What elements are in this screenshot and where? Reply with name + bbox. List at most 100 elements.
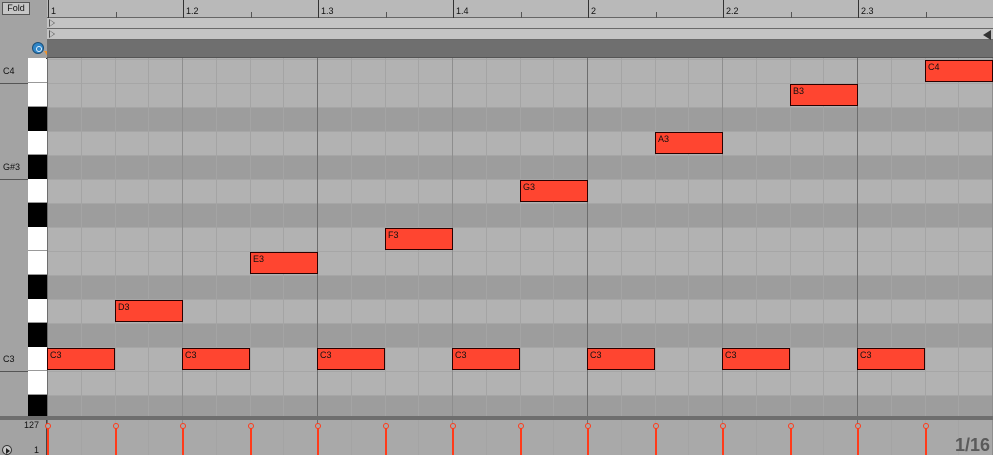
velocity-grid-line bbox=[81, 420, 82, 455]
velocity-handle[interactable] bbox=[315, 423, 321, 429]
white-key[interactable] bbox=[28, 59, 47, 83]
midi-note[interactable]: B3 bbox=[790, 84, 858, 106]
velocity-handle[interactable] bbox=[923, 423, 929, 429]
midi-note[interactable]: C3 bbox=[587, 348, 655, 370]
black-key[interactable] bbox=[28, 275, 47, 299]
ruler-marker-label: 2.2 bbox=[726, 6, 739, 16]
grid-line bbox=[823, 58, 824, 416]
midi-note[interactable]: C3 bbox=[47, 348, 115, 370]
midi-note[interactable]: G3 bbox=[520, 180, 588, 202]
velocity-handle[interactable] bbox=[788, 423, 794, 429]
key-label-divider bbox=[0, 371, 28, 372]
velocity-stem[interactable] bbox=[182, 426, 184, 455]
white-key[interactable] bbox=[28, 227, 47, 251]
black-key[interactable] bbox=[28, 323, 47, 347]
midi-note[interactable]: C3 bbox=[857, 348, 925, 370]
midi-note[interactable]: F3 bbox=[385, 228, 453, 250]
scrub-area[interactable] bbox=[47, 40, 993, 58]
velocity-stem[interactable] bbox=[452, 426, 454, 455]
velocity-grid-line bbox=[823, 420, 824, 455]
white-key[interactable] bbox=[28, 299, 47, 323]
velocity-handle[interactable] bbox=[248, 423, 254, 429]
velocity-stem[interactable] bbox=[790, 426, 792, 455]
white-key[interactable] bbox=[28, 251, 47, 275]
velocity-handle[interactable] bbox=[585, 423, 591, 429]
velocity-stem[interactable] bbox=[317, 426, 319, 455]
grid-resolution-label[interactable]: 1/16 bbox=[955, 435, 990, 455]
ruler-marker-label: 1.4 bbox=[456, 6, 469, 16]
key-octave-label: C4 bbox=[3, 66, 15, 76]
velocity-stem[interactable] bbox=[655, 426, 657, 455]
note-editor-grid[interactable]: C3 D3 C3 E3 C3 F3 C3 G3 C3 A3 C3 B3 C3 C4 bbox=[47, 58, 993, 416]
midi-note[interactable]: D3 bbox=[115, 300, 183, 322]
black-key[interactable] bbox=[28, 203, 47, 227]
clip-end-marker-icon[interactable] bbox=[983, 30, 991, 40]
grid-line bbox=[148, 58, 149, 416]
velocity-grid-line bbox=[756, 420, 757, 455]
black-key[interactable] bbox=[28, 107, 47, 131]
midi-note[interactable]: C3 bbox=[722, 348, 790, 370]
white-key[interactable] bbox=[28, 347, 47, 371]
velocity-handle[interactable] bbox=[518, 423, 524, 429]
loop-brace-strip[interactable] bbox=[47, 18, 993, 29]
grid-line bbox=[655, 58, 656, 416]
velocity-handle[interactable] bbox=[113, 423, 119, 429]
loop-start-marker-icon[interactable] bbox=[49, 19, 55, 27]
loop-switch-icon[interactable] bbox=[32, 42, 44, 54]
velocity-grid-line bbox=[148, 420, 149, 455]
velocity-grid-line bbox=[553, 420, 554, 455]
white-key[interactable] bbox=[28, 131, 47, 155]
piano-keyboard[interactable] bbox=[28, 58, 47, 443]
grid-line bbox=[958, 58, 959, 416]
key-octave-label: C3 bbox=[3, 354, 15, 364]
white-key[interactable] bbox=[28, 179, 47, 203]
key-label-divider bbox=[0, 83, 28, 84]
velocity-stem[interactable] bbox=[520, 426, 522, 455]
velocity-handle[interactable] bbox=[653, 423, 659, 429]
midi-note[interactable]: C3 bbox=[182, 348, 250, 370]
velocity-handle[interactable] bbox=[45, 423, 51, 429]
midi-note[interactable]: A3 bbox=[655, 132, 723, 154]
velocity-stem[interactable] bbox=[115, 426, 117, 455]
fold-area: Fold bbox=[0, 0, 52, 58]
beat-time-ruler[interactable]: 1 1.2 1.3 1.4 2 2.2 2.3 bbox=[47, 0, 993, 18]
fold-button[interactable]: Fold bbox=[2, 2, 30, 15]
velocity-handle[interactable] bbox=[720, 423, 726, 429]
ruler-marker-label: 1 bbox=[51, 6, 57, 16]
velocity-stem[interactable] bbox=[857, 426, 859, 455]
white-key[interactable] bbox=[28, 371, 47, 395]
velocity-handle[interactable] bbox=[855, 423, 861, 429]
key-octave-label: G#3 bbox=[3, 162, 21, 172]
velocity-stem[interactable] bbox=[587, 426, 589, 455]
preview-play-icon[interactable] bbox=[2, 445, 12, 455]
velocity-handle[interactable] bbox=[383, 423, 389, 429]
midi-note[interactable]: C3 bbox=[317, 348, 385, 370]
midi-note[interactable]: C3 bbox=[452, 348, 520, 370]
start-end-strip[interactable] bbox=[47, 29, 993, 40]
velocity-lane-header: 127 1 bbox=[0, 420, 47, 455]
velocity-grid-line bbox=[351, 420, 352, 455]
velocity-grid-line bbox=[688, 420, 689, 455]
velocity-grid-line bbox=[891, 420, 892, 455]
ruler-marker-label: 2.3 bbox=[861, 6, 874, 16]
white-key[interactable] bbox=[28, 83, 47, 107]
midi-note[interactable]: E3 bbox=[250, 252, 318, 274]
grid-line bbox=[790, 58, 791, 416]
velocity-stem[interactable] bbox=[722, 426, 724, 455]
velocity-stem[interactable] bbox=[47, 426, 49, 455]
black-key[interactable] bbox=[28, 155, 47, 179]
key-labels-column: C4 G#3 C3 bbox=[0, 58, 28, 416]
velocity-handle[interactable] bbox=[450, 423, 456, 429]
velocity-min-label: 1 bbox=[34, 445, 40, 455]
midi-note[interactable]: C4 bbox=[925, 60, 993, 82]
velocity-stem[interactable] bbox=[385, 426, 387, 455]
velocity-stem[interactable] bbox=[250, 426, 252, 455]
velocity-handle[interactable] bbox=[180, 423, 186, 429]
ruler-marker-label: 1.2 bbox=[186, 6, 199, 16]
velocity-stem[interactable] bbox=[925, 426, 927, 455]
grid-line bbox=[520, 58, 521, 416]
velocity-lane[interactable] bbox=[45, 420, 993, 455]
grid-line bbox=[283, 58, 284, 416]
velocity-grid-line bbox=[621, 420, 622, 455]
clip-start-marker-icon[interactable] bbox=[49, 30, 55, 38]
